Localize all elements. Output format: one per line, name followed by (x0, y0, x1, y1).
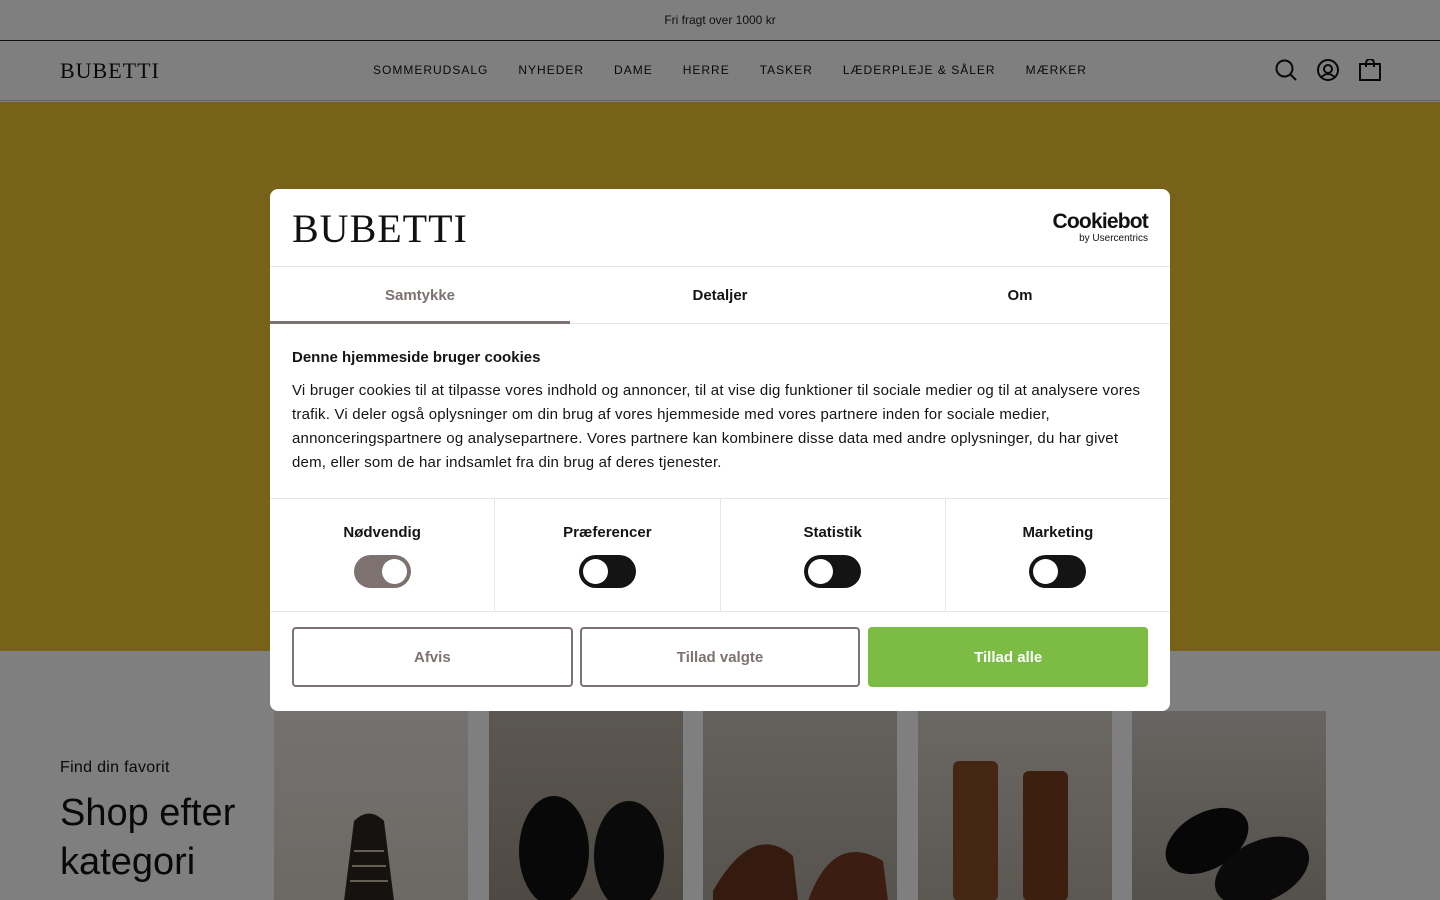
toggle-label-necessary: Nødvendig (343, 524, 421, 541)
toggle-necessary[interactable] (353, 555, 411, 588)
toggle-preferences[interactable] (578, 555, 636, 588)
toggle-label-marketing: Marketing (1022, 524, 1094, 541)
reject-button[interactable]: Afvis (292, 627, 573, 687)
toggle-knob (582, 559, 608, 584)
tab-om[interactable]: Om (870, 267, 1170, 323)
dialog-text: Vi bruger cookies til at tilpasse vores … (292, 382, 1141, 471)
toggle-group-necessary: Nødvendig (270, 499, 496, 611)
toggle-group-preferences: Præferencer (495, 499, 721, 611)
cookiebot-logo[interactable]: Cookiebot by Usercentrics (1052, 210, 1149, 245)
allow-all-button[interactable]: Tillad alle (868, 627, 1149, 687)
cookiebot-sub: by Usercentrics (1079, 233, 1148, 244)
dialog-logo: BUBETTI (292, 206, 468, 251)
toggle-knob (1033, 559, 1059, 584)
toggle-group-statistics: Statistik (721, 499, 946, 611)
toggle-marketing[interactable] (1029, 555, 1087, 588)
toggle-knob (381, 559, 407, 584)
cookie-consent-dialog: BUBETTI Cookiebot by Usercentrics Samtyk… (270, 189, 1170, 711)
dialog-heading: Denne hjemmeside bruger cookies (292, 349, 541, 366)
toggle-statistics[interactable] (804, 555, 862, 588)
dialog-buttons: Afvis Tillad valgte Tillad alle (292, 627, 1149, 687)
dialog-body: Denne hjemmeside bruger cookies Vi bruge… (292, 349, 1152, 475)
consent-toggles: Nødvendig Præferencer Statistik Marketin… (270, 498, 1170, 612)
dialog-header: BUBETTI Cookiebot by Usercentrics (270, 189, 1170, 267)
allow-selected-button[interactable]: Tillad valgte (579, 627, 861, 687)
tab-detaljer[interactable]: Detaljer (570, 267, 870, 323)
toggle-label-preferences: Præferencer (563, 524, 652, 541)
tab-samtykke[interactable]: Samtykke (270, 267, 570, 324)
toggle-group-marketing: Marketing (946, 499, 1170, 611)
cookiebot-name: Cookiebot (1052, 210, 1149, 233)
toggle-label-statistics: Statistik (803, 524, 862, 541)
dialog-tabs: Samtykke Detaljer Om (270, 267, 1170, 324)
toggle-knob (808, 559, 834, 584)
